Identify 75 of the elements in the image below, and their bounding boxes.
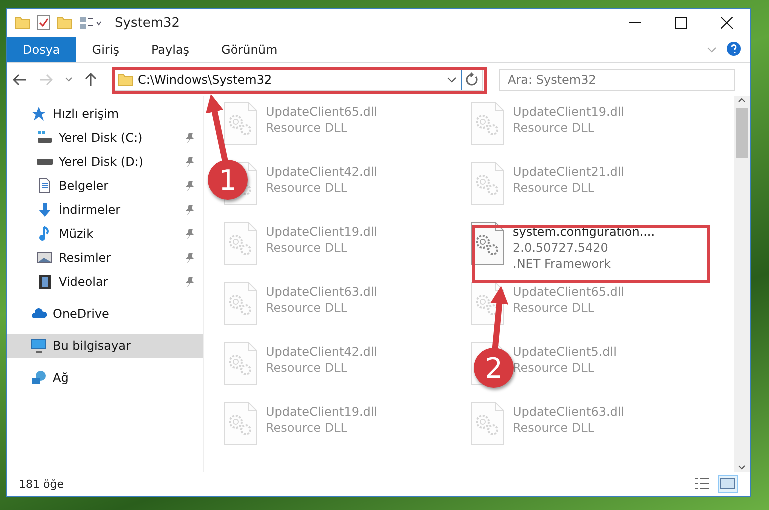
item-count: 181 öğe (19, 478, 64, 490)
details-view-icon (694, 477, 710, 491)
picture-icon (37, 250, 53, 266)
ribbon-tab[interactable]: Paylaş (135, 37, 206, 62)
pin-icon[interactable] (185, 180, 195, 192)
monitor-icon (31, 338, 47, 354)
close-icon (721, 17, 733, 29)
film-icon (37, 274, 53, 290)
file-detail: Resource DLL (513, 420, 596, 436)
folder-icon (57, 16, 73, 30)
gear-file-icon (471, 102, 505, 146)
pin-icon[interactable] (185, 252, 195, 264)
chevron-down-icon[interactable] (65, 76, 73, 82)
window-title: System32 (115, 16, 180, 30)
pin-icon[interactable] (185, 204, 195, 216)
drive-icon (37, 130, 53, 146)
sidebar-item[interactable]: Yerel Disk (D:) (7, 150, 203, 174)
file-detail: 2.0.50727.5420 (513, 240, 610, 256)
pin-icon[interactable] (185, 228, 195, 240)
file-detail: Resource DLL (513, 180, 596, 196)
sidebar-item[interactable]: Videolar (7, 270, 203, 294)
file-detail: Resource DLL (266, 360, 348, 376)
network-globe-icon (31, 370, 47, 386)
sidebar-item[interactable]: Bu bilgisayar (7, 334, 203, 358)
gear-file-icon (471, 162, 505, 206)
gear-file-icon (471, 282, 505, 326)
gear-file-icon (224, 222, 258, 266)
ribbon-tab[interactable]: Görünüm (206, 37, 294, 62)
properties-icon[interactable] (37, 15, 51, 31)
pin-icon[interactable] (185, 156, 195, 168)
customize-toolbar-icon[interactable] (79, 16, 103, 30)
file-name[interactable]: system.configuration.... (513, 224, 656, 240)
maximize-icon (675, 17, 687, 29)
large-icons-view-icon (720, 478, 736, 490)
pin-icon[interactable] (185, 132, 195, 144)
file-detail: .NET Framework (513, 256, 612, 272)
file-detail: Resource DLL (266, 300, 348, 316)
chevron-down-icon[interactable] (447, 76, 457, 84)
file-detail: Resource DLL (513, 360, 596, 376)
file-detail: Resource DLL (513, 300, 596, 316)
sidebar-item[interactable]: OneDrive (7, 302, 203, 326)
ribbon-tab[interactable]: Dosya (7, 37, 76, 62)
gear-file-icon (224, 282, 258, 326)
sidebar-item[interactable]: İndirmeler (7, 198, 203, 222)
file-detail: Resource DLL (266, 180, 348, 196)
back-arrow-icon[interactable] (13, 74, 27, 86)
star-icon (31, 106, 47, 122)
scrollbar-thumb[interactable] (736, 108, 748, 158)
sidebar-item[interactable]: Belgeler (7, 174, 203, 198)
gear-file-icon (471, 402, 505, 446)
file-detail: Resource DLL (266, 240, 348, 256)
gear-file-icon (224, 402, 258, 446)
ribbon-tab[interactable]: Giriş (76, 37, 136, 62)
sidebar-item[interactable]: Müzik (7, 222, 203, 246)
up-arrow-icon[interactable] (85, 72, 97, 86)
gear-file-icon (224, 102, 258, 146)
file-detail: Resource DLL (266, 120, 348, 136)
sidebar-item[interactable]: Hızlı erişim (7, 102, 203, 126)
folder-icon (15, 16, 31, 30)
scrollbar[interactable] (734, 96, 750, 472)
sidebar-item[interactable]: Ağ (7, 366, 203, 390)
pin-icon[interactable] (185, 276, 195, 288)
gear-file-icon (224, 342, 258, 386)
file-detail: Resource DLL (266, 420, 348, 436)
drive-icon (37, 159, 53, 165)
sidebar-item[interactable]: Resimler (7, 246, 203, 270)
file-detail: Resource DLL (513, 120, 596, 136)
address-bar[interactable]: C:\Windows\System32 (113, 68, 483, 90)
folder-icon (118, 72, 134, 86)
minimize-icon (629, 22, 641, 24)
search-field[interactable]: Ara: System32 (499, 68, 735, 90)
sidebar-item[interactable]: Yerel Disk (C:) (7, 126, 203, 150)
view-button[interactable] (718, 475, 738, 493)
document-icon (37, 178, 53, 194)
download-arrow-icon (37, 202, 53, 218)
